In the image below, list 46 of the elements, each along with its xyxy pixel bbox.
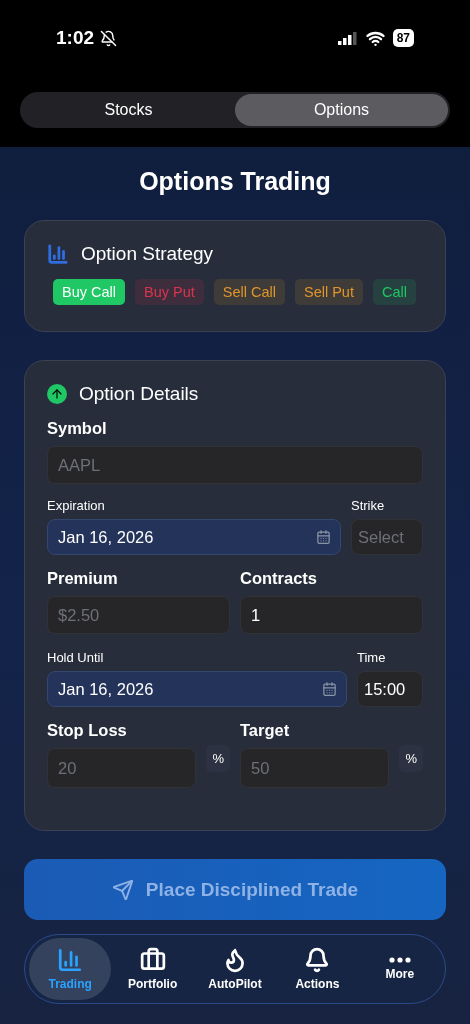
- percent-unit: %: [399, 745, 423, 772]
- send-icon: [111, 878, 134, 901]
- briefcase-icon: [139, 947, 166, 973]
- arrow-up-icon: [47, 384, 67, 404]
- field-label: Premium: [47, 569, 119, 588]
- contracts-field[interactable]: 1: [240, 596, 423, 634]
- percent-unit: %: [206, 745, 230, 772]
- bell-icon: [304, 947, 331, 973]
- segment-tab[interactable]: Options: [235, 94, 448, 126]
- target-field[interactable]: 50: [240, 748, 390, 788]
- field-label: Time: [357, 650, 387, 665]
- bar-chart-icon: [47, 243, 69, 265]
- stop-loss-field[interactable]: 20: [47, 748, 197, 788]
- signal-icon: [337, 31, 358, 45]
- segment-tab[interactable]: Stocks: [22, 94, 235, 126]
- field-label: Hold Until: [47, 650, 105, 665]
- strategy-chip[interactable]: Sell Put: [294, 279, 363, 305]
- nav-tab[interactable]: More: [358, 938, 442, 1000]
- card-title: Option Details: [79, 383, 199, 405]
- calendar-icon: [322, 681, 337, 697]
- status-time: 1:02: [56, 27, 95, 49]
- nav-tab[interactable]: Portfolio: [111, 938, 194, 1000]
- field-label: Contracts: [240, 569, 318, 588]
- bell-off-icon: [100, 29, 118, 47]
- more-icon: [388, 957, 411, 963]
- time-field[interactable]: 15:00: [357, 671, 423, 707]
- page-title: Options Trading: [138, 167, 332, 196]
- card-title: Option Strategy: [81, 243, 214, 265]
- premium-field[interactable]: $2.50: [47, 596, 230, 634]
- field-label: Stop Loss: [47, 721, 128, 740]
- battery-level: 87: [392, 29, 414, 47]
- field-label: Expiration: [47, 498, 106, 513]
- date-field[interactable]: Jan 16, 2026: [47, 519, 341, 555]
- strike-select[interactable]: Select: [351, 519, 423, 555]
- strategy-chip[interactable]: Sell Call: [213, 279, 285, 305]
- date-field[interactable]: Jan 16, 2026: [47, 671, 347, 707]
- field-label: Strike: [351, 498, 386, 513]
- bar-chart-icon: [57, 947, 84, 973]
- nav-tab[interactable]: Trading: [29, 938, 112, 1000]
- field-label: Target: [240, 721, 291, 740]
- nav-tab[interactable]: AutoPilot: [193, 938, 277, 1000]
- symbol-field[interactable]: AAPL: [47, 446, 423, 484]
- strategy-chip[interactable]: Call: [372, 279, 416, 305]
- field-label: Symbol: [47, 419, 108, 438]
- calendar-icon: [316, 529, 331, 545]
- nav-tab[interactable]: Actions: [276, 938, 359, 1000]
